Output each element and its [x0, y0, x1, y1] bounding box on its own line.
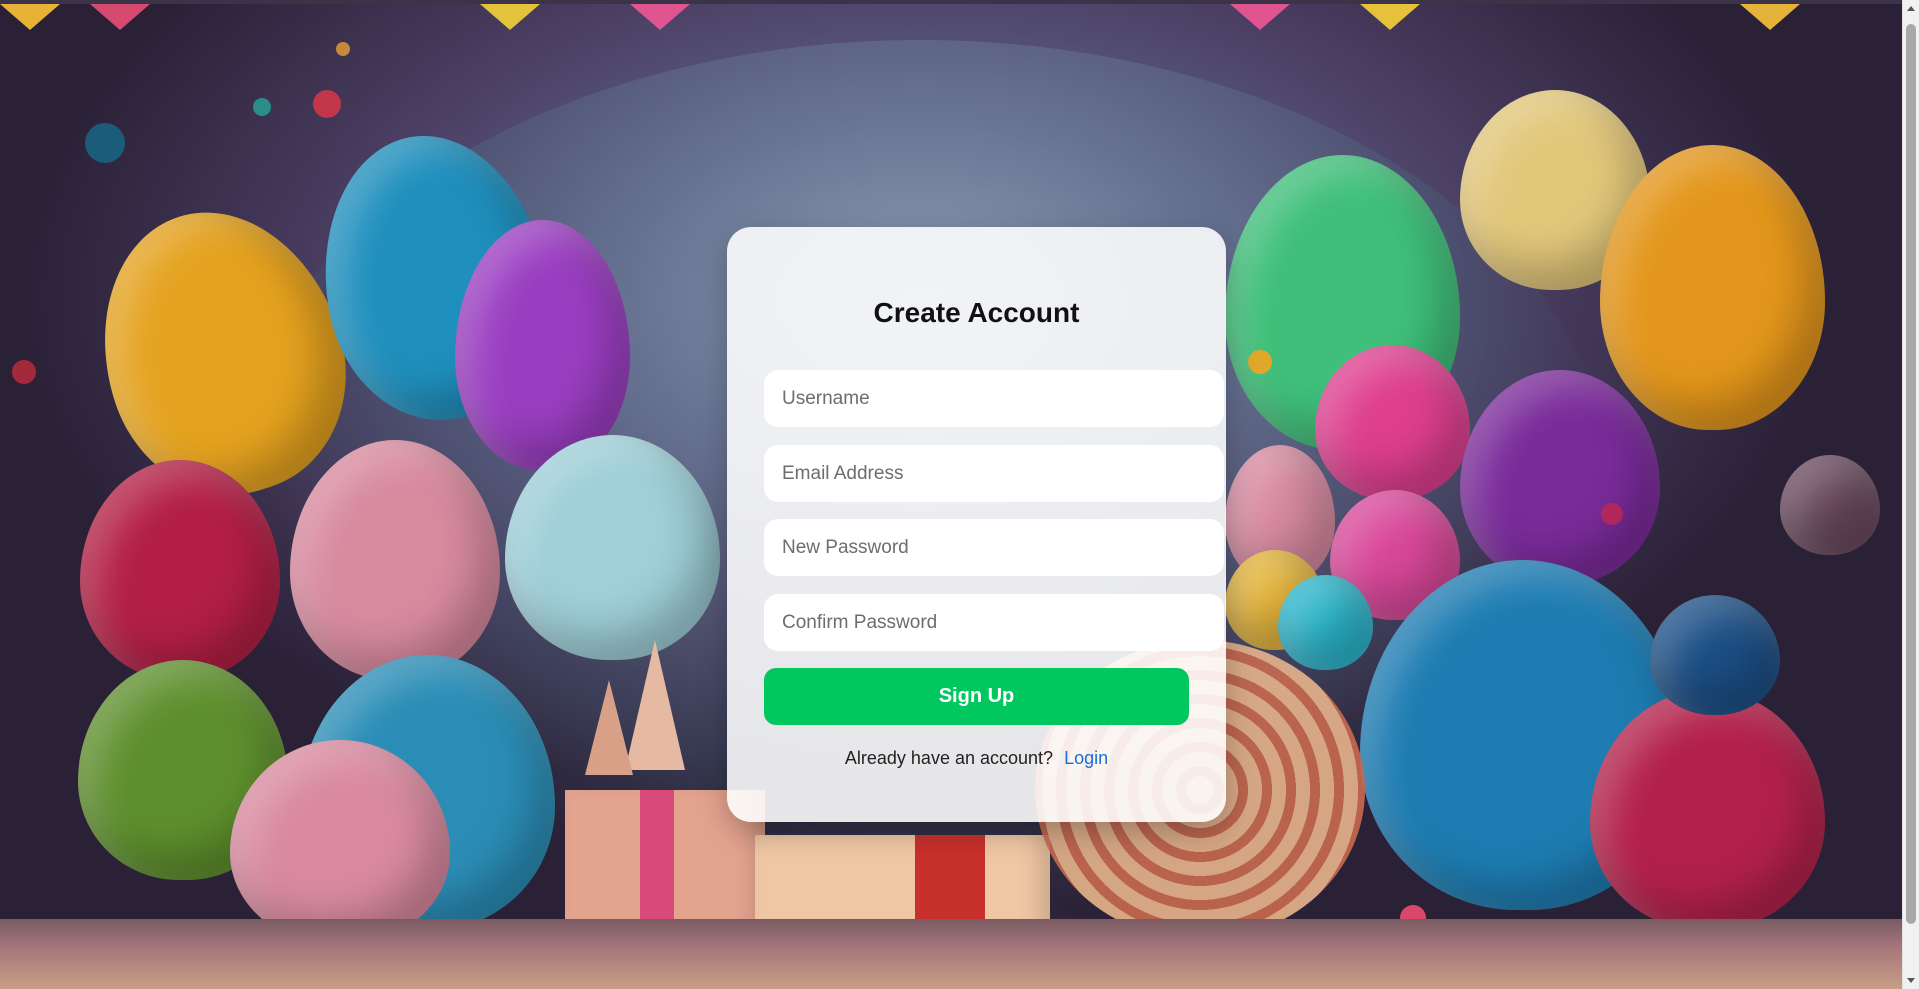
page-viewport: Create Account Sign Up Already have an a… — [0, 0, 1919, 989]
signup-card: Create Account Sign Up Already have an a… — [727, 227, 1226, 822]
balloon-icon — [1780, 455, 1880, 555]
bunting-flag-icon — [1230, 4, 1290, 30]
confetti-icon — [253, 98, 271, 116]
confetti-icon — [12, 360, 36, 384]
page-scrollbar[interactable] — [1902, 0, 1919, 989]
scroll-up-arrow-icon[interactable] — [1907, 6, 1915, 11]
login-link[interactable]: Login — [1064, 748, 1108, 768]
floor — [0, 919, 1919, 989]
login-prompt-text: Already have an account? — [844, 748, 1054, 768]
confetti-icon — [1248, 350, 1272, 374]
balloon-icon — [1600, 145, 1825, 430]
sign-up-button[interactable]: Sign Up — [764, 668, 1189, 725]
card-title: Create Account — [873, 297, 1080, 328]
bunting-flag-icon — [1360, 4, 1420, 30]
balloon-icon — [1590, 690, 1825, 930]
balloon-icon — [1650, 595, 1780, 715]
scrollbar-thumb[interactable] — [1906, 24, 1916, 924]
bunting-flag-icon — [1740, 4, 1800, 30]
confirm-password-input[interactable] — [764, 594, 1224, 651]
party-hat-icon — [625, 640, 685, 770]
bunting-flag-icon — [480, 4, 540, 30]
confetti-icon — [313, 90, 341, 118]
balloon-icon — [1460, 370, 1660, 585]
bunting-flag-icon — [0, 4, 60, 30]
email-input[interactable] — [764, 445, 1224, 502]
login-prompt-row: Already have an account? Login — [727, 748, 1226, 769]
new-password-input[interactable] — [764, 519, 1224, 576]
confetti-icon — [1601, 503, 1623, 525]
username-input[interactable] — [764, 370, 1224, 427]
confetti-icon — [336, 42, 350, 56]
bunting-flag-icon — [630, 4, 690, 30]
balloon-icon — [1278, 575, 1373, 670]
party-hat-icon — [585, 680, 633, 775]
confetti-icon — [85, 123, 125, 163]
scroll-down-arrow-icon[interactable] — [1907, 978, 1915, 983]
bunting-flag-icon — [90, 4, 150, 30]
